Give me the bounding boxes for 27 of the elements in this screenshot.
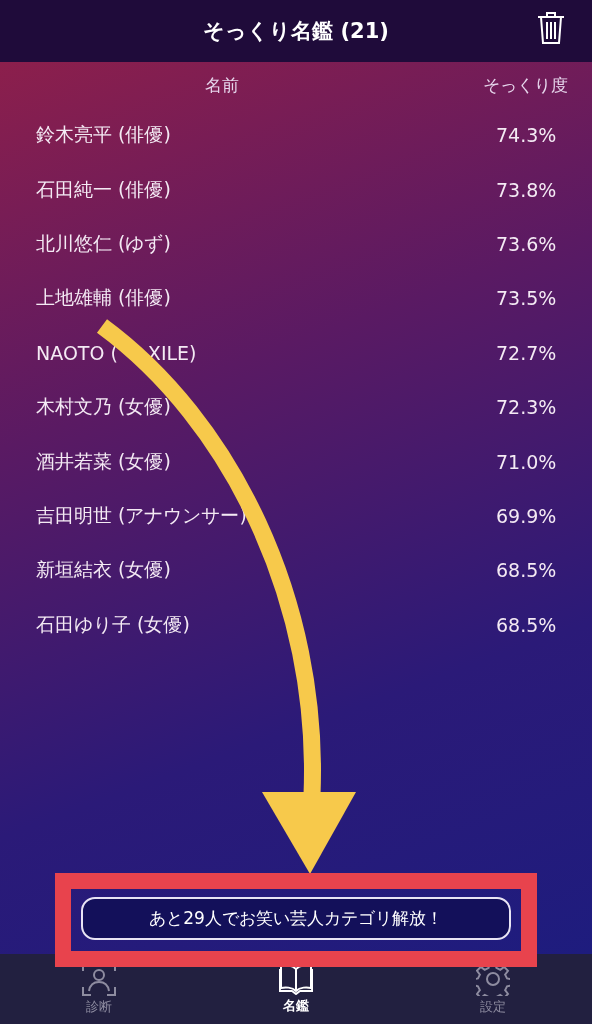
tab-item[interactable]: 診断 <box>38 962 159 1016</box>
person-name: 木村文乃 (女優) <box>36 394 171 420</box>
tab-item[interactable]: 名鑑 <box>236 963 356 1015</box>
similarity-score: 68.5% <box>496 559 558 582</box>
person-name: 新垣結衣 (女優) <box>36 557 171 583</box>
similarity-score: 73.5% <box>496 287 558 310</box>
column-header: そっくり度 <box>483 73 568 97</box>
similarity-score: 73.6% <box>496 232 558 255</box>
similarity-score: 72.7% <box>496 341 558 364</box>
column-header: 名前 <box>205 73 239 97</box>
similarity-score: 74.3% <box>496 124 558 147</box>
person-name: 石田ゆり子 (女優) <box>36 611 190 637</box>
person-name: 上地雄輔 (俳優) <box>36 285 171 311</box>
similarity-score: 69.9% <box>496 504 558 527</box>
tab-item[interactable]: 設定 <box>433 962 554 1016</box>
person-name: 北川悠仁 (ゆず) <box>36 230 171 256</box>
trash-icon[interactable] <box>536 11 566 45</box>
person-name: XILE) <box>147 341 197 364</box>
similarity-score: 71.0% <box>496 450 558 473</box>
person-name: 石田純一 (俳優) <box>36 176 171 202</box>
person-name: 酒井若菜 (女優) <box>36 448 171 474</box>
screen-title: そっくり名鑑 (21) <box>203 18 389 45</box>
similarity-score: 73.8% <box>496 178 558 201</box>
similarity-score: 72.3% <box>496 396 558 419</box>
unlock-button[interactable]: あと29人でお笑い芸人カテゴリ解放！ <box>81 897 511 940</box>
similarity-score: 68.5% <box>496 613 558 636</box>
person-name: 鈴木亮平 (俳優) <box>36 122 171 148</box>
